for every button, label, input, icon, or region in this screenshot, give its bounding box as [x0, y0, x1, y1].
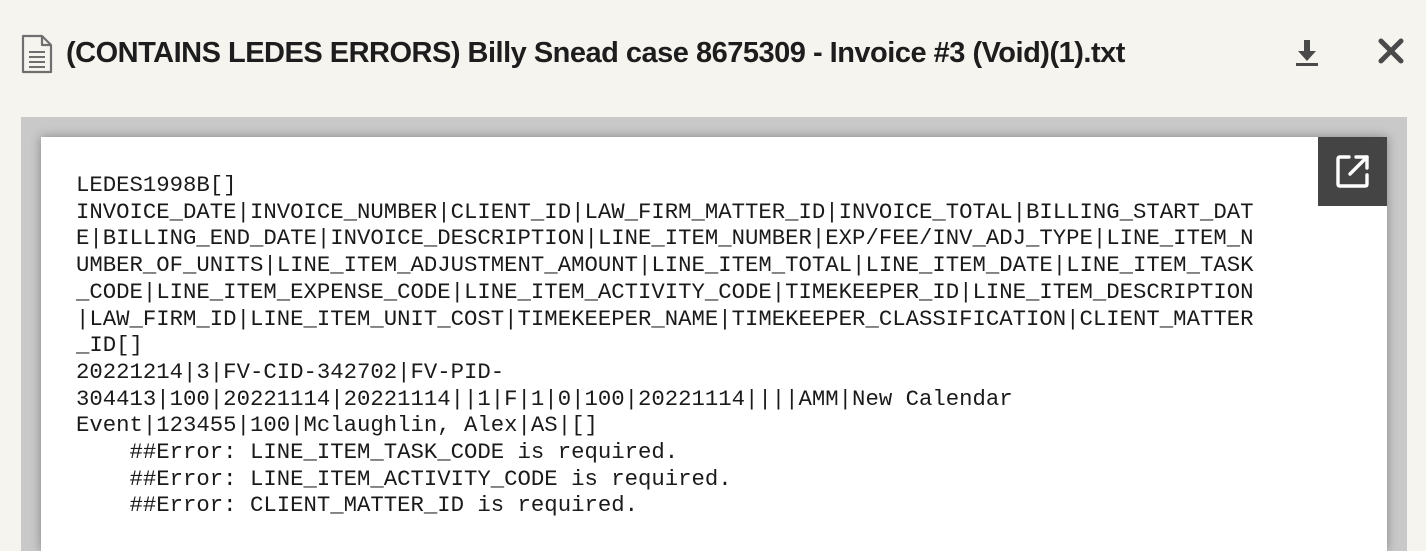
- document-icon: [20, 34, 54, 74]
- document-page: LEDES1998B[] INVOICE_DATE|INVOICE_NUMBER…: [41, 137, 1387, 551]
- viewer-header: (CONTAINS LEDES ERRORS) Billy Snead case…: [0, 0, 1426, 108]
- download-icon[interactable]: [1290, 36, 1324, 70]
- file-title: (CONTAINS LEDES ERRORS) Billy Snead case…: [66, 37, 1125, 69]
- open-external-button[interactable]: [1318, 137, 1387, 206]
- document-viewer: LEDES1998B[] INVOICE_DATE|INVOICE_NUMBER…: [21, 117, 1407, 551]
- document-content: LEDES1998B[] INVOICE_DATE|INVOICE_NUMBER…: [76, 172, 1254, 519]
- close-icon[interactable]: [1374, 34, 1408, 68]
